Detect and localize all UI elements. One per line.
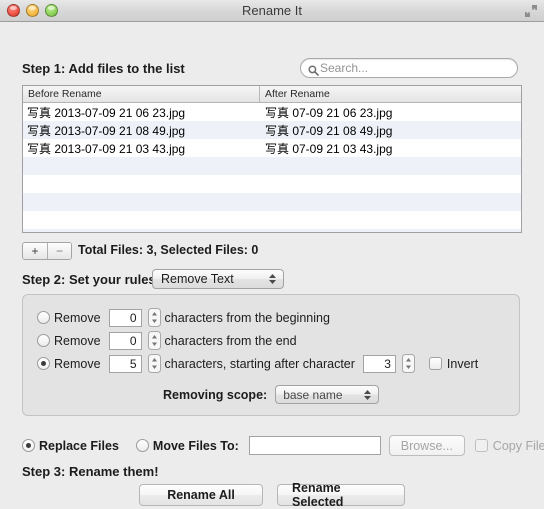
table-row[interactable]: 写真 2013-07-09 21 03 43.jpg 写真 07-09 21 03… bbox=[23, 139, 521, 157]
rename-all-button[interactable]: Rename All bbox=[139, 484, 263, 506]
table-row[interactable] bbox=[23, 157, 521, 175]
rule1-count-input[interactable] bbox=[108, 308, 142, 327]
rule2-prefix-label: Remove bbox=[54, 333, 101, 348]
up-down-arrows-icon bbox=[363, 388, 372, 402]
rule2-suffix-label: characters from the end bbox=[164, 333, 297, 348]
invert-checkbox[interactable] bbox=[428, 357, 442, 370]
move-path-input[interactable] bbox=[248, 436, 381, 455]
column-header-before-rename[interactable]: Before Rename bbox=[23, 86, 259, 102]
table-row[interactable]: 写真 2013-07-09 21 06 23.jpg 写真 07-09 21 06… bbox=[23, 103, 521, 121]
file-list-header: Before Rename After Rename bbox=[23, 86, 521, 103]
move-files-to-label: Move Files To: bbox=[152, 438, 239, 453]
radio-remove-from-end[interactable] bbox=[37, 334, 50, 347]
rename-selected-button[interactable]: Rename Selected bbox=[277, 481, 405, 509]
fullscreen-arrows-icon[interactable] bbox=[523, 3, 539, 19]
table-row[interactable] bbox=[23, 193, 521, 211]
step2-label: Step 2: Set your rules: bbox=[22, 272, 160, 287]
list-add-remove-segmented-control: + − bbox=[22, 242, 72, 260]
file-counts-label: Total Files: 3, Selected Files: 0 bbox=[78, 243, 259, 257]
cell-after-rename: 写真 07-09 21 03 43.jpg bbox=[265, 141, 393, 156]
search-field[interactable] bbox=[300, 58, 518, 78]
rename-it-window: Rename It Step 1: Add files to the list bbox=[0, 0, 544, 509]
rule3-prefix-label: Remove bbox=[54, 356, 101, 371]
cell-before-rename: 写真 2013-07-09 21 08 49.jpg bbox=[27, 123, 186, 138]
cell-after-rename: 写真 07-09 21 08 49.jpg bbox=[265, 123, 393, 138]
window-content: Step 1: Add files to the list Before Ren… bbox=[0, 22, 544, 509]
file-list-body: 写真 2013-07-09 21 06 23.jpg 写真 07-09 21 06… bbox=[23, 103, 521, 232]
table-row[interactable]: 写真 2013-07-09 21 08 49.jpg 写真 07-09 21 08… bbox=[23, 121, 521, 139]
invert-label: Invert bbox=[446, 356, 479, 371]
cell-before-rename: 写真 2013-07-09 21 03 43.jpg bbox=[27, 141, 186, 156]
action-button-row: Rename All Rename Selected bbox=[0, 481, 544, 509]
table-row[interactable] bbox=[23, 175, 521, 193]
rule-type-select-value: Remove Text bbox=[161, 272, 234, 286]
removing-scope-value: base name bbox=[283, 387, 343, 402]
copy-files-wrap: Copy Files bbox=[474, 438, 544, 453]
removing-scope-row: Removing scope: base name bbox=[163, 385, 380, 404]
file-list[interactable]: Before Rename After Rename 写真 2013-07-09… bbox=[22, 85, 522, 233]
table-row[interactable] bbox=[23, 229, 521, 232]
step3-label: Step 3: Rename them! bbox=[22, 464, 159, 479]
cell-before-rename: 写真 2013-07-09 21 06 23.jpg bbox=[27, 105, 186, 120]
radio-replace-files[interactable] bbox=[22, 439, 35, 452]
invert-checkbox-wrap: Invert bbox=[428, 356, 479, 371]
add-file-button[interactable]: + bbox=[23, 243, 47, 259]
rule3-count-stepper[interactable] bbox=[147, 354, 161, 373]
remove-file-button[interactable]: − bbox=[47, 243, 71, 259]
removing-scope-select[interactable]: base name bbox=[275, 385, 380, 404]
window-title: Rename It bbox=[242, 3, 302, 18]
browse-button[interactable]: Browse... bbox=[388, 435, 465, 456]
rule3-start-input[interactable] bbox=[362, 354, 396, 373]
rule2-stepper[interactable] bbox=[147, 331, 161, 350]
destination-row: Replace Files Move Files To: Browse... C… bbox=[22, 435, 544, 456]
column-header-after-rename[interactable]: After Rename bbox=[259, 86, 521, 102]
rule-type-select[interactable]: Remove Text bbox=[152, 269, 284, 289]
step1-label: Step 1: Add files to the list bbox=[22, 61, 185, 76]
up-down-arrows-icon bbox=[268, 272, 277, 286]
radio-remove-after-character[interactable] bbox=[37, 357, 50, 370]
radio-remove-from-beginning[interactable] bbox=[37, 311, 50, 324]
rule3-count-input[interactable] bbox=[108, 354, 142, 373]
table-row[interactable] bbox=[23, 211, 521, 229]
search-icon bbox=[308, 63, 319, 76]
search-input[interactable] bbox=[320, 61, 500, 75]
rule3-middle-label: characters, starting after character bbox=[164, 356, 355, 371]
replace-files-label: Replace Files bbox=[39, 438, 119, 453]
copy-files-checkbox[interactable] bbox=[474, 439, 488, 452]
cell-after-rename: 写真 07-09 21 06 23.jpg bbox=[265, 105, 393, 120]
rule1-prefix-label: Remove bbox=[54, 310, 101, 325]
copy-files-label: Copy Files bbox=[492, 438, 544, 453]
rule2-count-input[interactable] bbox=[108, 331, 142, 350]
rule-row-remove-end: Remove characters from the end bbox=[37, 331, 297, 350]
window-titlebar: Rename It bbox=[0, 0, 544, 22]
rules-group-box: Remove characters from the beginning Rem… bbox=[22, 294, 520, 416]
radio-move-files-to[interactable] bbox=[135, 439, 149, 452]
removing-scope-label: Removing scope: bbox=[163, 387, 268, 402]
rule1-stepper[interactable] bbox=[147, 308, 161, 327]
rule1-suffix-label: characters from the beginning bbox=[164, 310, 330, 325]
rule-row-remove-beginning: Remove characters from the beginning bbox=[37, 308, 330, 327]
rule3-start-stepper[interactable] bbox=[401, 354, 415, 373]
rule-row-remove-after-character: Remove characters, starting after charac… bbox=[37, 354, 478, 373]
